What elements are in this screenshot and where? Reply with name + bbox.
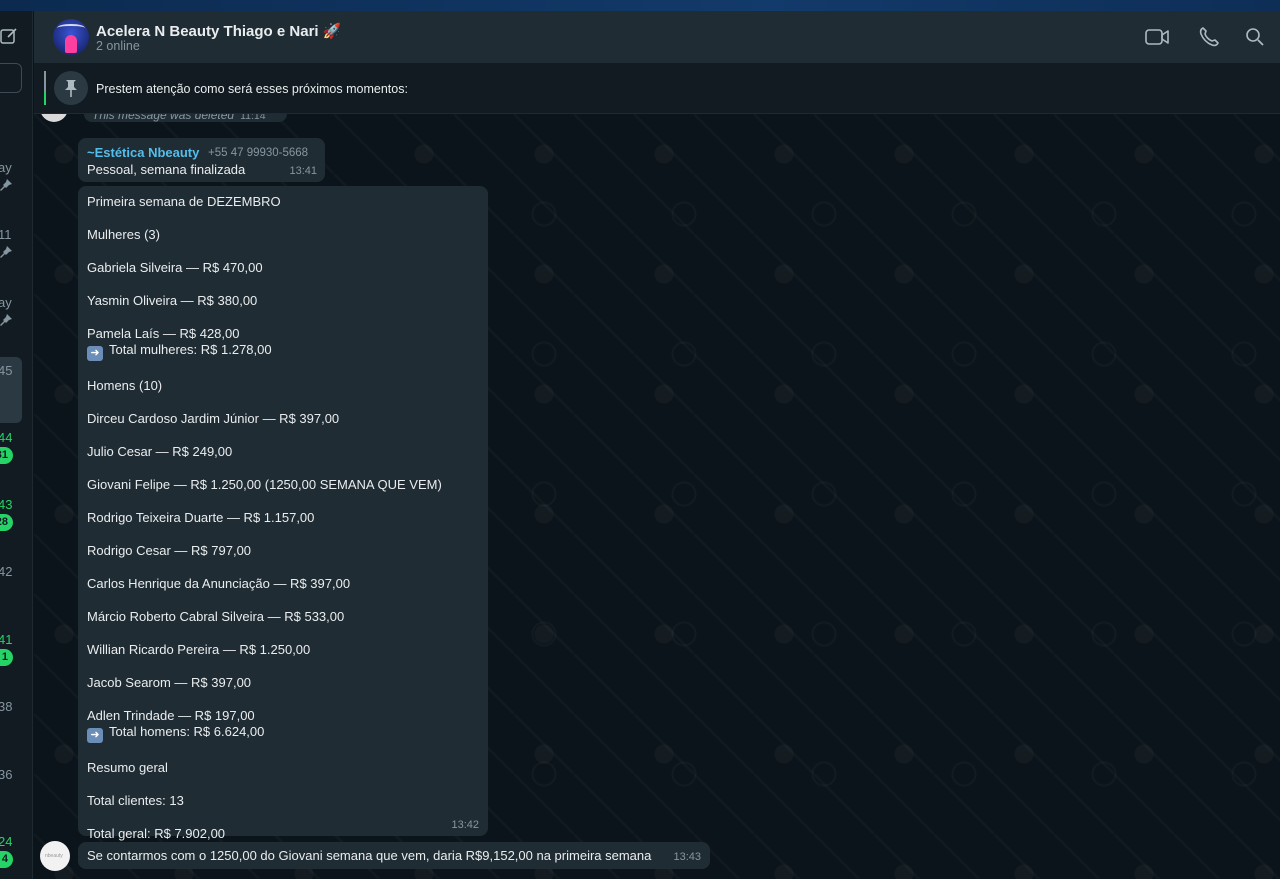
message-time: 11:14 [240,114,266,122]
message-line: Resumo geral [87,760,168,775]
message-text: Se contarmos com o 1250,00 do Giovani se… [87,848,652,863]
chat-time: 36 [0,767,13,782]
pinned-indicator [44,71,46,105]
chat-header[interactable]: Acelera N Beauty Thiago e Nari 🚀 2 onlin… [34,11,1280,63]
pinned-message-bar[interactable]: Prestem atenção como será esses próximos… [34,63,1280,114]
line-spacer [87,427,479,444]
message-line: Giovani Felipe — R$ 1.250,00 (1250,00 SE… [87,477,442,492]
message-line: Total clientes: 13 [87,793,184,808]
message-line-text: Total mulheres: R$ 1.278,00 [109,342,272,358]
chat-time: 38 [0,699,13,714]
desktop-background [0,0,1280,11]
group-title[interactable]: Acelera N Beauty Thiago e Nari 🚀 [96,22,341,40]
message-text: Primeira semana de DEZEMBRO Mulheres (3) G… [87,194,479,842]
chat-list-sidebar[interactable]: ay 11 ay 45 44 31 43 28 42 41 1 38 36 24 4 [0,11,33,879]
line-spacer [87,361,479,378]
chat-time: 42 [0,564,13,579]
sender-avatar[interactable] [40,841,70,871]
search-icon[interactable] [1243,25,1269,49]
deleted-message-text: This message was deleted [92,114,235,122]
line-spacer [87,776,479,793]
message-line: Pamela Laís — R$ 428,00 [87,326,240,341]
line-spacer [87,276,479,293]
chat-messages-area[interactable]: This message was deleted 11:14 ~Estética … [34,114,1280,879]
message-time: 13:42 [451,819,479,831]
arrow-right-icon: ➜ [87,346,103,362]
chat-time: 41 [0,632,13,647]
line-spacer [87,691,479,708]
line-spacer [87,493,479,510]
line-spacer [87,809,479,826]
message-line-text: Total homens: R$ 6.624,00 [109,724,265,740]
chat-time: 43 [0,497,13,512]
phone-icon[interactable] [1197,25,1223,49]
message-line: Gabriela Silveira — R$ 470,00 [87,260,263,275]
chat-time: 11 [0,227,12,242]
message-line: Julio Cesar — R$ 249,00 [87,444,233,459]
line-spacer [87,526,479,543]
group-online-status: 2 online [96,39,140,53]
message-line: Rodrigo Cesar — R$ 797,00 [87,543,252,558]
line-spacer [87,658,479,675]
message-text: Pessoal, semana finalizada [87,162,246,177]
message-line: Total geral: R$ 7.902,00 [87,826,226,841]
pin-icon [54,71,88,105]
message-line: Dirceu Cardoso Jardim Júnior — R$ 397,00 [87,411,340,426]
line-spacer [87,559,479,576]
message-line: Jacob Searom — R$ 397,00 [87,675,252,690]
message-time: 13:43 [673,851,701,863]
line-spacer [87,394,479,411]
message-line: Márcio Roberto Cabral Silveira — R$ 533,… [87,609,345,624]
message-sender[interactable]: ~Estética Nbeauty [87,145,199,160]
sender-phone: +55 47 99930-5668 [208,147,309,159]
message-line: Yasmin Oliveira — R$ 380,00 [87,293,258,308]
message-line: ➜ Total homens: R$ 6.624,00 [87,724,479,744]
chat-time: ay [0,160,12,175]
video-call-icon[interactable] [1144,25,1170,49]
message-line: Mulheres (3) [87,227,160,242]
message-bubble[interactable]: ~Estética Nbeauty +55 47 99930-5668 Pess… [78,138,325,182]
message-line: Primeira semana de DEZEMBRO [87,194,281,209]
chat-time: 45 [0,363,13,378]
message-time: 13:41 [289,165,317,177]
sender-avatar[interactable] [40,114,68,122]
line-spacer [87,210,479,227]
line-spacer [87,592,479,609]
line-spacer [87,743,479,760]
group-avatar[interactable] [53,19,89,55]
message-line: ➜ Total mulheres: R$ 1.278,00 [87,342,479,362]
unread-badge: 1 [0,649,13,666]
message-line: Carlos Henrique da Anunciação — R$ 397,0… [87,576,351,591]
unread-badge: 4 [0,851,13,868]
arrow-right-icon: ➜ [87,728,103,744]
line-spacer [87,309,479,326]
unread-badge: 31 [0,447,13,464]
line-spacer [87,625,479,642]
pin-icon [0,246,12,258]
line-spacer [87,243,479,260]
pin-icon [0,314,12,326]
message-bubble-report[interactable]: Primeira semana de DEZEMBRO Mulheres (3) G… [78,186,488,841]
pinned-message-text: Prestem atenção como será esses próximos… [96,82,408,96]
message-line: Willian Ricardo Pereira — R$ 1.250,00 [87,642,311,657]
message-bubble[interactable]: Se contarmos com o 1250,00 do Giovani se… [78,842,710,869]
message-line: Adlen Trindade — R$ 197,00 [87,708,255,723]
unread-badge: 28 [0,514,13,531]
chat-time: 24 [0,834,13,849]
search-chats-input[interactable] [0,63,22,93]
compose-icon[interactable] [0,27,18,45]
line-spacer [87,460,479,477]
deleted-message[interactable]: This message was deleted 11:14 [84,114,287,122]
message-line: Rodrigo Teixeira Duarte — R$ 1.157,00 [87,510,315,525]
chat-time: ay [0,295,12,310]
pin-icon [0,179,12,191]
chat-time: 44 [0,430,13,445]
message-line: Homens (10) [87,378,163,393]
